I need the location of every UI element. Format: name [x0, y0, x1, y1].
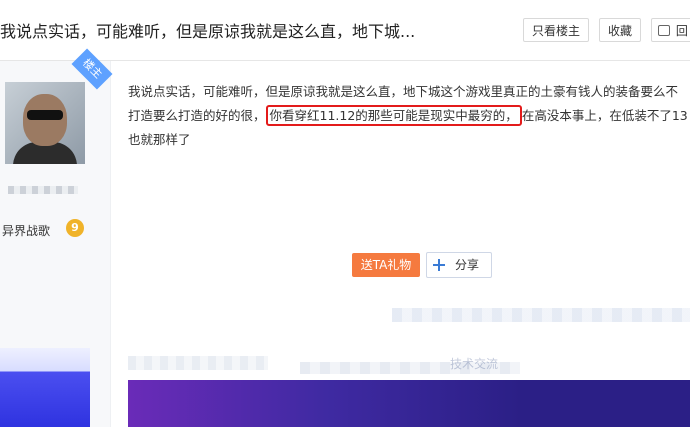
avatar-face	[23, 94, 67, 146]
reply-icon	[658, 25, 670, 36]
post-title: 我说点实话，可能难听，但是原谅我就是这么直，地下城...	[0, 22, 416, 41]
reply-button[interactable]: 回	[651, 18, 690, 42]
blurred-text-left	[128, 356, 268, 370]
avatar-sunglasses	[27, 110, 63, 120]
share-label: 分享	[455, 258, 480, 272]
plus-icon	[433, 259, 445, 271]
post-header: 我说点实话，可能难听，但是原谅我就是这么直，地下城... 只看楼主 收藏 回	[0, 0, 690, 61]
only-op-button[interactable]: 只看楼主	[523, 18, 589, 42]
avatar[interactable]	[5, 82, 85, 164]
reply-label: 回	[675, 24, 688, 38]
gift-button[interactable]: 送TA礼物	[352, 253, 420, 277]
tech-exchange-text: 技术交流	[450, 357, 499, 371]
post-highlight: 你看穿红11.12的那些可能是现实中最穷的，	[265, 105, 522, 126]
level-name: 异界战歌	[2, 224, 51, 238]
favorite-button[interactable]: 收藏	[599, 18, 641, 42]
level-badge-icon: 9	[66, 219, 84, 237]
blurred-avatar-area	[0, 348, 90, 427]
post-content: 我说点实话，可能难听，但是原谅我就是这么直，地下城这个游戏里真正的土豪有钱人的装…	[128, 80, 688, 152]
share-button[interactable]: 分享	[426, 252, 492, 278]
promo-banner[interactable]	[128, 380, 690, 427]
blurred-footer-line	[392, 308, 690, 322]
username-blurred	[8, 186, 78, 194]
